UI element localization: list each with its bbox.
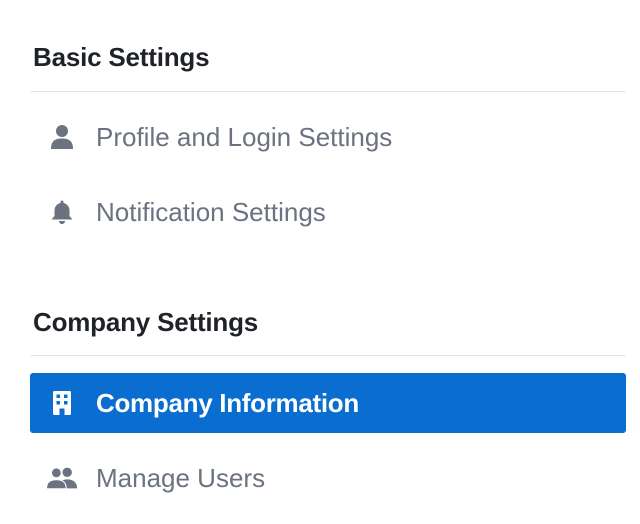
sidebar-item-label: Profile and Login Settings <box>96 122 393 152</box>
section-title-basic-settings: Basic Settings <box>33 42 210 72</box>
sidebar-item-manage-users[interactable]: Manage Users <box>30 448 626 508</box>
sidebar-item-label: Manage Users <box>96 463 266 493</box>
building-icon <box>46 390 78 416</box>
section-divider <box>30 355 626 356</box>
sidebar-item-notifications[interactable]: Notification Settings <box>30 182 626 242</box>
section-title-company-settings: Company Settings <box>33 307 259 337</box>
sidebar-item-profile-login[interactable]: Profile and Login Settings <box>30 107 626 167</box>
sidebar-item-label: Notification Settings <box>96 197 326 227</box>
sidebar-item-label: Company Information <box>96 388 359 418</box>
users-icon <box>46 465 78 491</box>
sidebar-item-company-information[interactable]: Company Information <box>30 373 626 433</box>
bell-icon <box>46 199 78 225</box>
user-icon <box>46 124 78 150</box>
section-divider <box>30 91 626 92</box>
settings-sidebar: Basic Settings Profile and Login Setting… <box>0 0 640 524</box>
